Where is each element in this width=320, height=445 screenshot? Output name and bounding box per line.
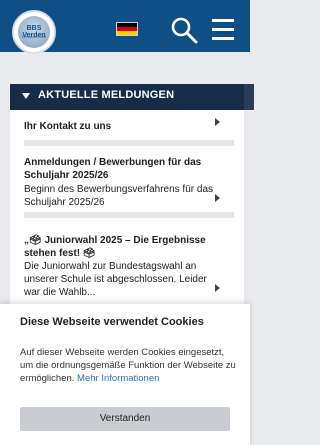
news-item-title: „🗳 Juniorwahl 2025 – Die Ergebnisse steh…: [24, 235, 206, 259]
chevron-right-icon: [215, 194, 220, 202]
chevron-right-icon: [215, 118, 220, 126]
site-header: BBS Verden Europaschule: [0, 0, 250, 54]
search-icon: [171, 17, 198, 44]
news-item-contact[interactable]: Ihr Kontakt zu uns: [10, 118, 244, 142]
menu-button[interactable]: [210, 16, 238, 44]
chevron-down-icon: [22, 93, 30, 99]
news-card-header[interactable]: AKTUELLE MELDUNGEN: [10, 84, 254, 110]
cookie-banner: Diese Webseite verwendet Cookies Auf die…: [0, 304, 250, 445]
news-separator: [24, 212, 234, 218]
search-button[interactable]: [170, 16, 198, 44]
hamburger-icon: [212, 19, 234, 40]
news-item-registration[interactable]: Anmeldungen / Bewerbungen für das Schulj…: [10, 154, 244, 210]
cookie-text: Auf dieser Webseite werden Cookies einge…: [20, 346, 240, 385]
news-item-description: Beginn des Bewerbungsverfahrens für das …: [24, 184, 214, 208]
news-item-title: Anmeldungen / Bewerbungen für das Schulj…: [24, 157, 202, 181]
cookie-title: Diese Webseite verwendet Cookies: [20, 316, 204, 328]
chevron-right-icon: [215, 284, 220, 292]
german-flag-icon[interactable]: [116, 22, 138, 36]
news-item-title: Ihr Kontakt zu uns: [24, 121, 112, 132]
school-logo[interactable]: BBS Verden Europaschule: [12, 10, 56, 54]
news-item-description: Die Juniorwahl zur Bundestagswahl an uns…: [24, 261, 207, 298]
logo-subtext: Europaschule: [21, 34, 47, 39]
news-separator: [24, 140, 234, 146]
news-card-title: AKTUELLE MELDUNGEN: [38, 89, 175, 101]
more-info-link[interactable]: Mehr Informationen: [77, 373, 159, 384]
accept-cookies-button[interactable]: Verstanden: [20, 407, 230, 431]
header-corner-decoration: [244, 84, 254, 110]
